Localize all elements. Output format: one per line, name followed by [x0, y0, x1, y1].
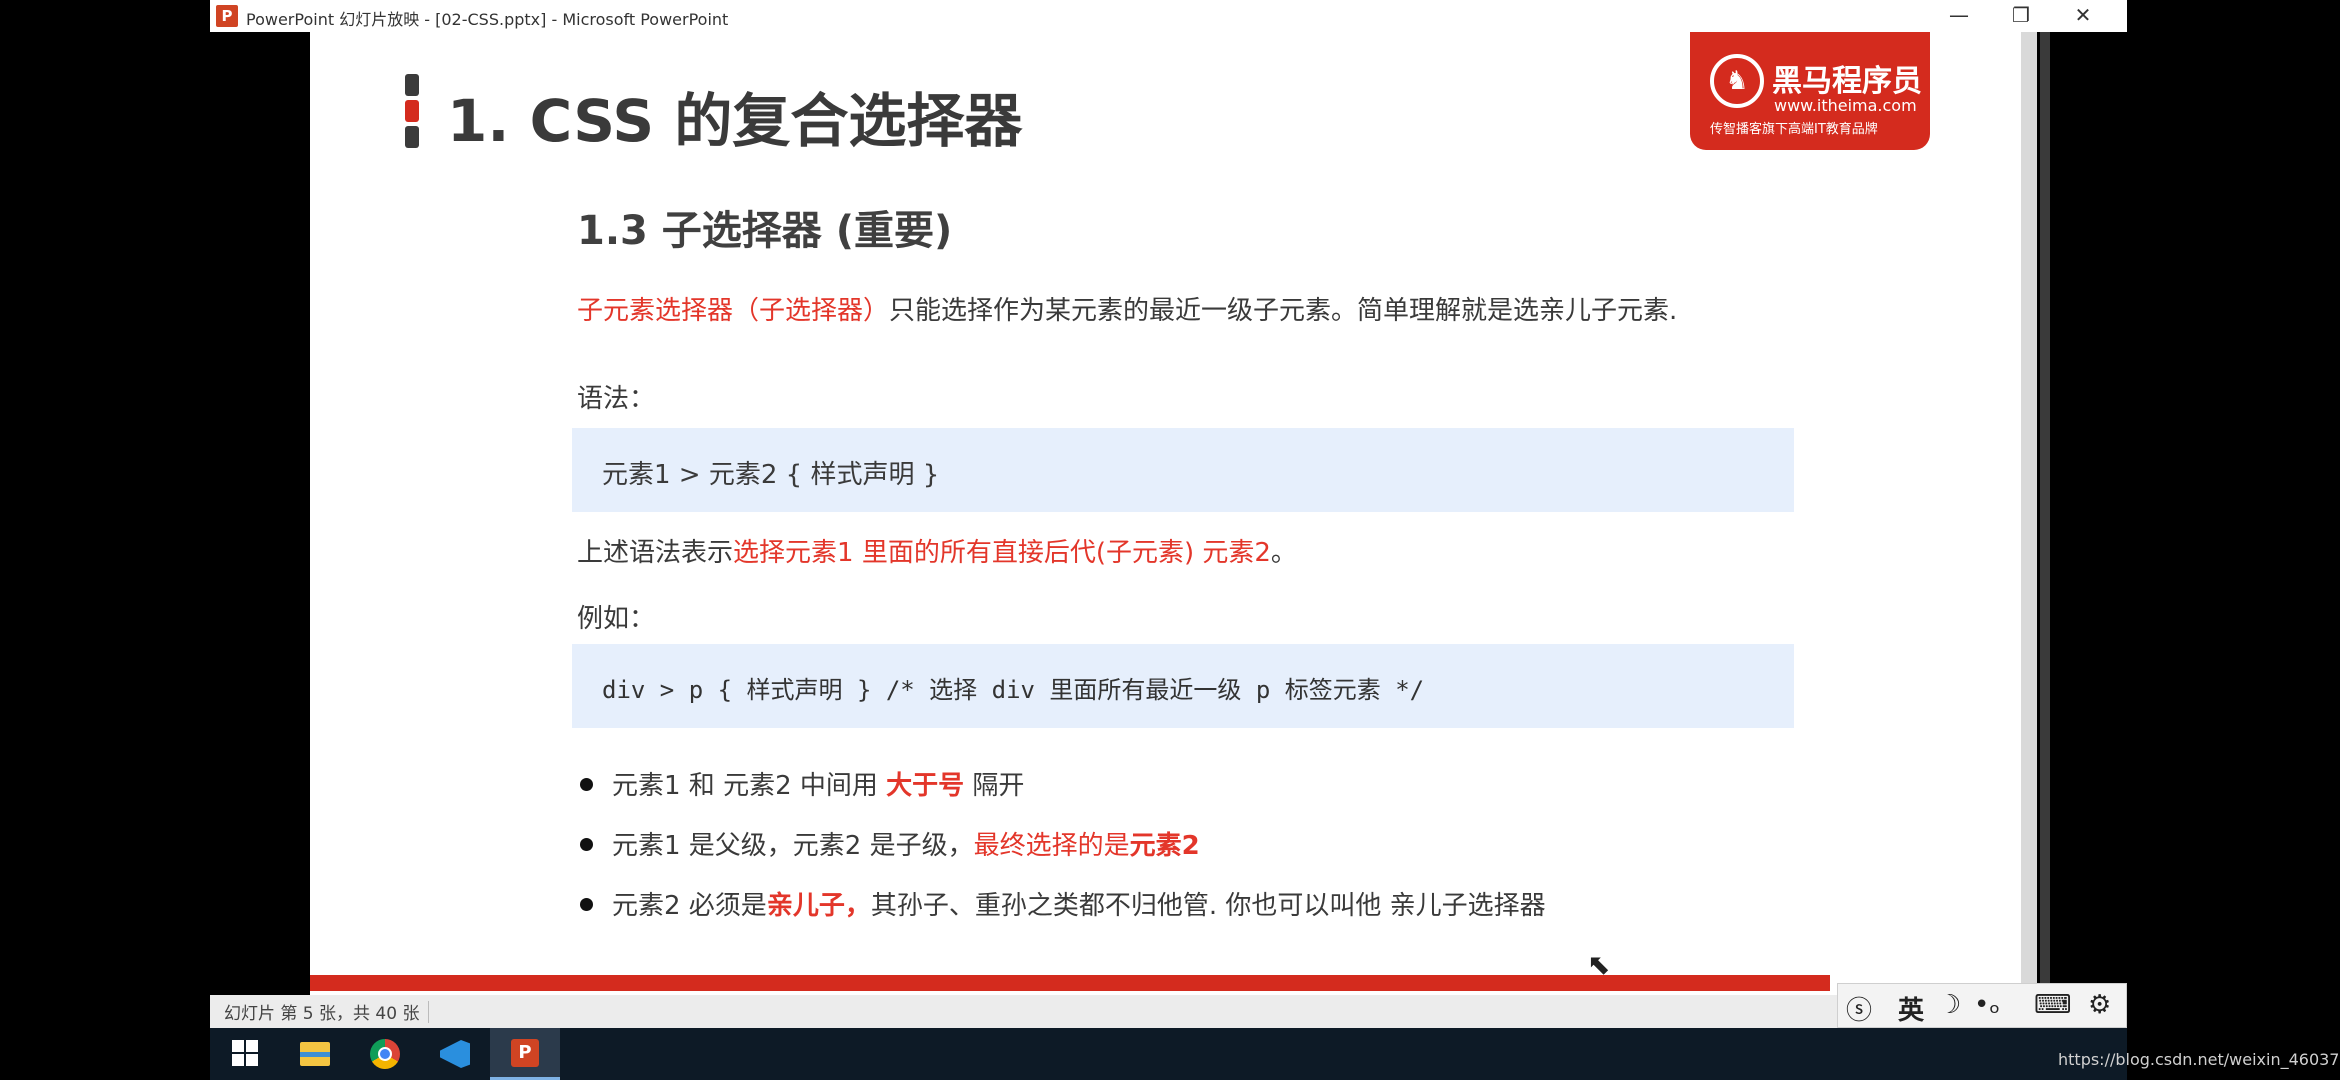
bullet-1-text: 元素1 和 元素2 中间用: [612, 771, 887, 801]
slide-side-panel: [2021, 32, 2037, 995]
logo-tagline: 传智播客旗下高端IT教育品牌: [1710, 122, 1878, 137]
file-explorer-icon[interactable]: [280, 1028, 350, 1080]
title-bar: P PowerPoint 幻灯片放映 - [02-CSS.pptx] - Mic…: [210, 0, 2127, 32]
logo-name: 黑马程序员: [1772, 64, 1922, 99]
powerpoint-icon: P: [511, 1039, 539, 1067]
intro-highlight: 子元素选择器（子选择器）: [577, 296, 890, 326]
title-accent-bar-top: [405, 74, 419, 96]
explain-suffix: 。: [1270, 538, 1297, 568]
gear-icon[interactable]: ⚙: [2088, 990, 2111, 1020]
chrome-icon[interactable]: [350, 1028, 420, 1080]
keyboard-icon[interactable]: ⌨: [2034, 990, 2072, 1020]
bullet-dot: [580, 838, 593, 851]
logo-url: www.itheima.com: [1774, 96, 1917, 115]
bullet-2-text: 元素1 是父级，元素2 是子级，: [612, 831, 974, 861]
slide-footer-bar: [310, 975, 1830, 991]
intro-paragraph: 子元素选择器（子选择器）只能选择作为某元素的最近一级子元素。简单理解就是选亲儿子…: [577, 290, 1677, 327]
bullet-dot: [580, 898, 593, 911]
title-accent-bar-middle: [405, 100, 419, 122]
close-button[interactable]: ✕: [2052, 0, 2114, 32]
taskbar: P: [210, 1028, 2127, 1080]
bullet-1-emphasis: 大于号: [886, 771, 965, 801]
side-scroll-strip[interactable]: [2040, 32, 2050, 995]
section-subtitle: 1.3 子选择器 (重要): [577, 208, 953, 254]
syntax-explanation: 上述语法表示选择元素1 里面的所有直接后代(子元素) 元素2。: [577, 532, 1297, 569]
powerpoint-app-icon[interactable]: P: [216, 5, 238, 27]
window-title: PowerPoint 幻灯片放映 - [02-CSS.pptx] - Micro…: [246, 10, 729, 29]
horse-logo-icon: ♞: [1710, 54, 1764, 108]
status-divider: [428, 1001, 429, 1023]
bullet-item-3: 元素2 必须是亲儿子，其孙子、重孙之类都不归他管. 你也可以叫他 亲儿子选择器: [612, 885, 1546, 922]
brand-logo: ♞ 黑马程序员 www.itheima.com 传智播客旗下高端IT教育品牌: [1690, 32, 1930, 150]
vscode-icon[interactable]: [420, 1028, 490, 1080]
punctuation-icon[interactable]: •ₒ: [1974, 990, 2000, 1020]
restore-button[interactable]: ❐: [1990, 0, 2052, 32]
ime-toolbar[interactable]: ⓢ 英 ☽ •ₒ ⌨ ⚙: [1837, 983, 2127, 1028]
bullet-2-highlight: 最终选择的是: [973, 831, 1130, 861]
ime-language-toggle[interactable]: 英: [1898, 990, 1924, 1027]
slide-counter: 幻灯片 第 5 张，共 40 张: [224, 1004, 420, 1024]
example-code: div > p { 样式声明 } /* 选择 div 里面所有最近一级 p 标签…: [602, 676, 1425, 704]
bullet-item-1: 元素1 和 元素2 中间用 大于号 隔开: [612, 765, 1024, 802]
bullet-item-2: 元素1 是父级，元素2 是子级，最终选择的是元素2: [612, 825, 1200, 862]
slide: 1. CSS 的复合选择器 ♞ 黑马程序员 www.itheima.com 传智…: [310, 32, 2021, 995]
bullet-3-text: 元素2 必须是: [612, 891, 767, 921]
syntax-label: 语法：: [577, 384, 656, 414]
bullet-3-tail: 其孙子、重孙之类都不归他管. 你也可以叫他 亲儿子选择器: [870, 891, 1546, 921]
explain-prefix: 上述语法表示: [577, 538, 734, 568]
example-code-box: div > p { 样式声明 } /* 选择 div 里面所有最近一级 p 标签…: [572, 644, 1794, 728]
bullet-1-tail: 隔开: [964, 771, 1025, 801]
slide-title: 1. CSS 的复合选择器: [447, 87, 1023, 155]
csdn-watermark: https://blog.csdn.net/weixin_46037153: [2058, 1050, 2340, 1069]
powerpoint-taskbar-icon[interactable]: P: [490, 1028, 560, 1080]
explain-highlight: 选择元素1 里面的所有直接后代(子元素) 元素2: [733, 538, 1271, 568]
powerpoint-window: P PowerPoint 幻灯片放映 - [02-CSS.pptx] - Mic…: [210, 0, 2127, 1028]
bullet-3-emphasis: 亲儿子，: [766, 891, 871, 921]
moon-icon[interactable]: ☽: [1938, 990, 1961, 1020]
ime-logo-icon[interactable]: ⓢ: [1846, 990, 1872, 1027]
syntax-code-box: 元素1 > 元素2 { 样式声明 }: [572, 428, 1794, 512]
minimize-button[interactable]: —: [1928, 0, 1990, 32]
title-accent-bar-bottom: [405, 126, 419, 148]
bullet-2-emphasis: 元素2: [1129, 831, 1200, 861]
windows-start-icon[interactable]: [210, 1028, 280, 1080]
bullet-dot: [580, 778, 593, 791]
intro-rest: 只能选择作为某元素的最近一级子元素。简单理解就是选亲儿子元素.: [889, 296, 1678, 326]
syntax-code: 元素1 > 元素2 { 样式声明 }: [602, 460, 940, 490]
example-label: 例如：: [577, 604, 656, 634]
